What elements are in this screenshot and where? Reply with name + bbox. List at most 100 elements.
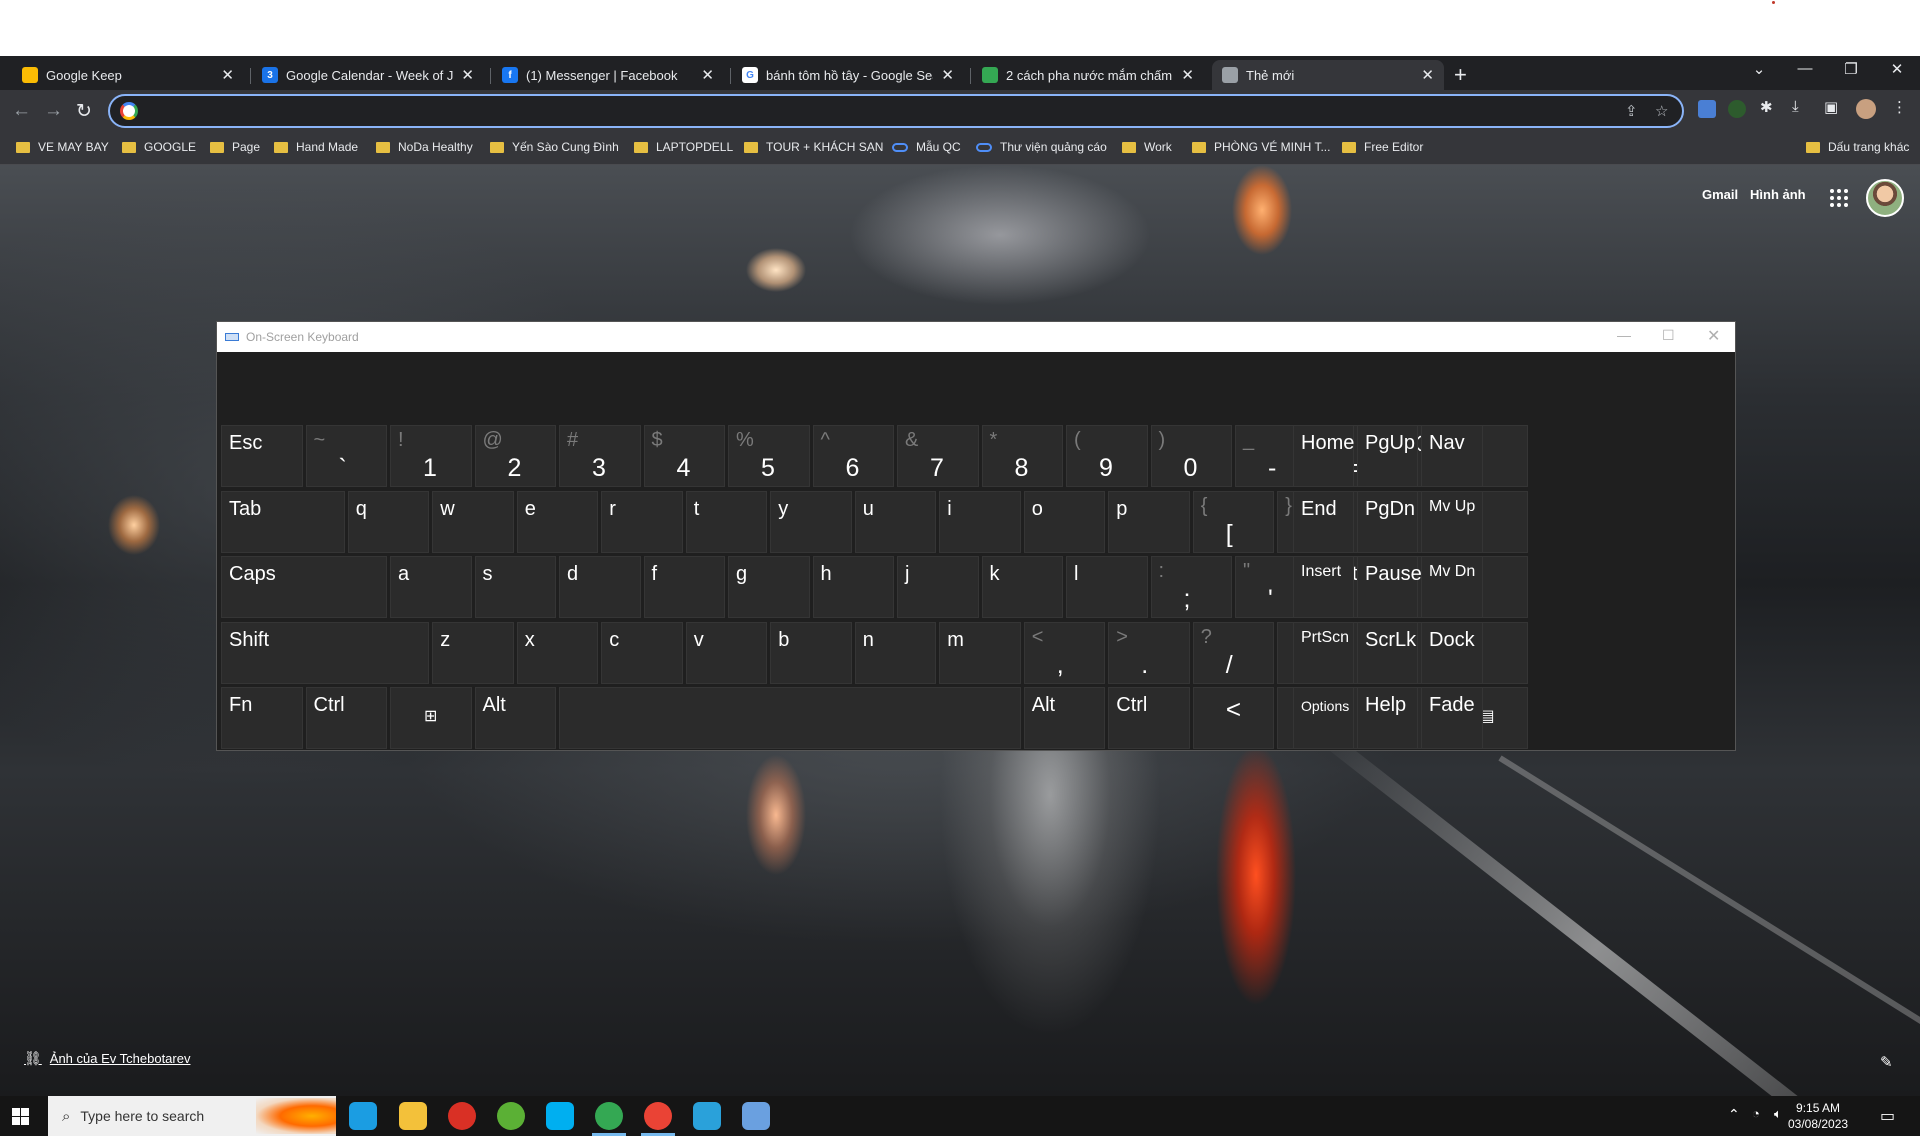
chat-app-icon[interactable] — [448, 1102, 476, 1130]
key-pgup[interactable]: PgUp — [1357, 425, 1418, 487]
forward-icon[interactable]: → — [44, 100, 63, 122]
key-2[interactable]: @2 — [474, 425, 556, 487]
key-<[interactable]: < — [1192, 687, 1275, 749]
key-u[interactable]: u — [854, 490, 937, 553]
key-mv-dn[interactable]: Mv Dn — [1421, 556, 1483, 618]
bookmark-item[interactable]: GOOGLE — [122, 140, 196, 154]
taskbar-search-box[interactable]: ⌕ Type here to search — [48, 1096, 336, 1136]
key-end[interactable]: End — [1293, 490, 1354, 553]
key-i[interactable]: i — [939, 490, 1021, 553]
photo-credit-text[interactable]: Ảnh của Ev Tchebotarev — [50, 1051, 191, 1066]
key-,[interactable]: <, — [1023, 621, 1106, 684]
key-9[interactable]: (9 — [1066, 425, 1148, 487]
google-apps-icon[interactable] — [1830, 189, 1848, 207]
bookmark-item[interactable]: PHÒNG VÉ MINH T... — [1192, 140, 1330, 154]
download-extension-icon[interactable] — [1728, 100, 1746, 118]
key-scrlk[interactable]: ScrLk — [1357, 621, 1418, 684]
key-l[interactable]: l — [1066, 556, 1148, 618]
key-options[interactable]: Options — [1293, 687, 1354, 749]
key-ctrl[interactable]: Ctrl — [1108, 687, 1190, 749]
tab-3[interactable]: f (1) Messenger | Facebook ✕ — [492, 60, 724, 90]
osk-minimize-button[interactable]: — — [1617, 327, 1631, 343]
tray-chevron-icon[interactable]: ⌃ — [1728, 1106, 1740, 1123]
downloads-icon[interactable]: ⤓ — [1792, 98, 1799, 115]
osk-maximize-button[interactable]: ☐ — [1662, 327, 1675, 344]
photo-credit[interactable]: ⛓ Ảnh của Ev Tchebotarev — [24, 1050, 190, 1067]
file-explorer-icon[interactable] — [399, 1102, 427, 1130]
notification-icon[interactable]: ▭ — [1880, 1106, 1895, 1126]
bookmark-item[interactable]: Hand Made — [274, 140, 358, 154]
key-esc[interactable]: Esc — [221, 425, 303, 487]
puzzle-extensions-icon[interactable]: ✱ — [1760, 98, 1773, 116]
network-icon[interactable]: ◔ — [1752, 1106, 1760, 1121]
coccoc-icon[interactable] — [497, 1102, 525, 1130]
bookmark-item[interactable]: Free Editor — [1342, 140, 1423, 154]
key-8[interactable]: * 8 — [981, 425, 1063, 487]
tab-close-icon[interactable]: ✕ — [221, 66, 234, 84]
key-f[interactable]: f — [643, 556, 725, 618]
key-shift[interactable]: Shift — [221, 621, 430, 684]
reload-icon[interactable]: ↻ — [76, 100, 92, 123]
key-z[interactable]: z — [432, 621, 514, 684]
key-h[interactable]: h — [812, 556, 894, 618]
key-y[interactable]: y — [770, 490, 852, 553]
key-q[interactable]: q — [347, 490, 430, 553]
key-1[interactable]: ! 1 — [390, 425, 472, 487]
key-caps[interactable]: Caps — [221, 556, 387, 618]
tab-close-icon[interactable]: ✕ — [461, 66, 474, 84]
key-c[interactable]: c — [601, 621, 683, 684]
tab-6[interactable]: Thẻ mới ✕ — [1212, 60, 1444, 90]
bookmark-item[interactable]: Yến Sào Cung Đình — [490, 140, 619, 154]
customize-pencil-icon[interactable]: ✎ — [1880, 1053, 1893, 1071]
bookmark-item[interactable]: VE MAY BAY — [16, 140, 109, 154]
key-prtscn[interactable]: PrtScn — [1293, 621, 1354, 684]
bookmark-item[interactable]: Work — [1122, 140, 1172, 154]
translate-extension-icon[interactable] — [1698, 100, 1716, 118]
chrome-profile-icon[interactable] — [644, 1102, 672, 1130]
key-alt[interactable]: Alt — [1023, 687, 1106, 749]
account-avatar[interactable] — [1866, 179, 1904, 217]
key-⊞[interactable]: ⊞ — [390, 687, 472, 749]
key-a[interactable]: a — [390, 556, 472, 618]
key-k[interactable]: k — [981, 556, 1063, 618]
bookmark-item[interactable]: Page — [210, 140, 260, 154]
key-space[interactable] — [559, 687, 1021, 749]
close-button[interactable]: ✕ — [1874, 60, 1920, 78]
key-e[interactable]: e — [516, 490, 599, 553]
telegram-icon[interactable] — [693, 1102, 721, 1130]
key-m[interactable]: m — [939, 621, 1021, 684]
tab-search-icon[interactable]: ⌄ — [1736, 60, 1782, 78]
key-dock[interactable]: Dock — [1421, 621, 1483, 684]
key-help[interactable]: Help — [1357, 687, 1418, 749]
back-icon[interactable]: ← — [12, 100, 31, 122]
bookmark-item[interactable]: TOUR + KHÁCH SẠN — [744, 140, 883, 154]
chrome-icon[interactable] — [595, 1102, 623, 1130]
other-bookmarks[interactable]: Dấu trang khác — [1806, 140, 1909, 154]
key-5[interactable]: % 5 — [728, 425, 810, 487]
key-tab[interactable]: Tab — [221, 490, 345, 553]
profile-avatar-icon[interactable] — [1856, 99, 1876, 119]
gmail-link[interactable]: Gmail — [1702, 187, 1738, 202]
clock[interactable]: 9:15 AM 03/08/2023 — [1788, 1100, 1848, 1132]
volume-icon[interactable]: 🔈︎ — [1774, 1106, 1782, 1122]
key-p[interactable]: p — [1108, 490, 1190, 553]
key-v[interactable]: v — [685, 621, 768, 684]
tab-close-icon[interactable]: ✕ — [941, 66, 954, 84]
key-b[interactable]: b — [770, 621, 852, 684]
restore-button[interactable]: ❐ — [1828, 60, 1874, 78]
key-j[interactable]: j — [897, 556, 979, 618]
key-/[interactable]: ? / — [1192, 621, 1275, 684]
osk-close-button[interactable]: ✕ — [1707, 326, 1720, 346]
bookmark-item[interactable]: Thư viện quảng cáo — [976, 140, 1107, 154]
key-pause[interactable]: Pause — [1357, 556, 1422, 618]
share-icon[interactable]: ⇪ — [1625, 102, 1638, 120]
tab-4[interactable]: Gbánh tôm hồ tây - Google Search ✕ — [732, 60, 964, 90]
key-6[interactable]: ^ 6 — [812, 425, 894, 487]
bookmark-star-icon[interactable]: ☆ — [1655, 102, 1668, 120]
side-panel-icon[interactable]: ▣ — [1824, 98, 1838, 116]
key-t[interactable]: t — [685, 490, 768, 553]
key-r[interactable]: r — [601, 490, 683, 553]
key-insert[interactable]: Insert — [1293, 556, 1354, 618]
tab-close-icon[interactable]: ✕ — [1181, 66, 1194, 84]
bookmark-item[interactable]: LAPTOPDELL — [634, 140, 733, 154]
